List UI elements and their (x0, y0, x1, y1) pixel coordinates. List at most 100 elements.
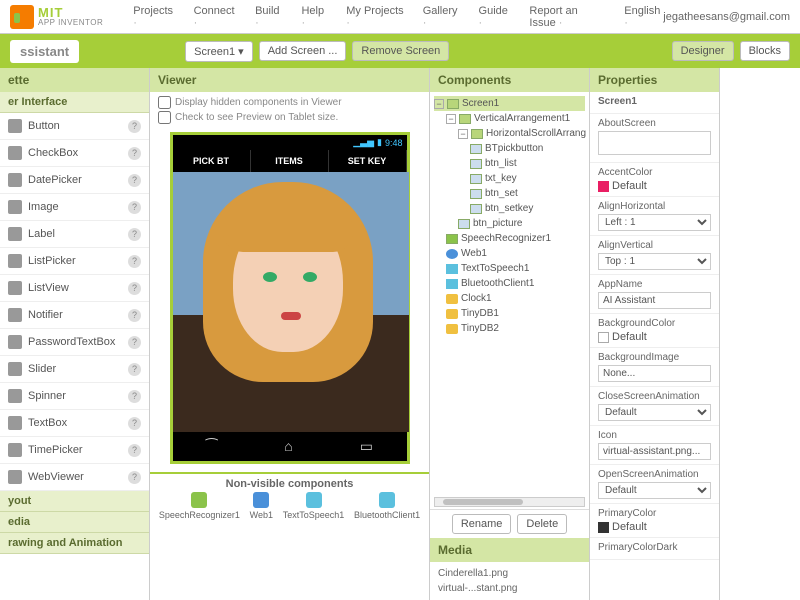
blocks-button[interactable]: Blocks (740, 41, 790, 61)
opt-tablet[interactable]: Check to see Preview on Tablet size. (158, 111, 421, 124)
sel-openanim[interactable]: Default (598, 482, 711, 499)
help-icon[interactable]: ? (128, 201, 141, 214)
pal-spinner[interactable]: Spinner? (0, 383, 149, 410)
tree-va[interactable]: −VerticalArrangement1 (446, 111, 585, 126)
palette-section-drawing[interactable]: rawing and Animation (0, 533, 149, 554)
help-icon[interactable]: ? (128, 444, 141, 457)
nav-myprojects[interactable]: My Projects (346, 5, 404, 29)
nav-guide[interactable]: Guide (479, 5, 512, 29)
nav-report[interactable]: Report an Issue (529, 5, 606, 29)
lbl-primarydark: PrimaryColorDark (598, 542, 711, 553)
tree-btpick[interactable]: BTpickbutton (470, 141, 585, 156)
help-icon[interactable]: ? (128, 390, 141, 403)
media-item[interactable]: virtual-...stant.png (438, 581, 581, 596)
tree-btclient[interactable]: BluetoothClient1 (446, 276, 585, 291)
tree-btnpic[interactable]: btn_picture (458, 216, 585, 231)
help-icon[interactable]: ? (128, 174, 141, 187)
val-primary[interactable]: Default (598, 521, 711, 533)
pal-checkbox[interactable]: CheckBox? (0, 140, 149, 167)
tree-tinydb1[interactable]: TinyDB1 (446, 306, 585, 321)
input-about[interactable] (598, 131, 711, 155)
help-icon[interactable]: ? (128, 228, 141, 241)
pal-image[interactable]: Image? (0, 194, 149, 221)
pal-textbox[interactable]: TextBox? (0, 410, 149, 437)
delete-button[interactable]: Delete (517, 514, 567, 534)
add-screen-button[interactable]: Add Screen ... (259, 41, 347, 61)
input-bgimg[interactable] (598, 365, 711, 382)
palette-section-ui[interactable]: er Interface (0, 92, 149, 113)
palette-panel: ette er Interface Button? CheckBox? Date… (0, 68, 150, 600)
sel-alignh[interactable]: Left : 1 (598, 214, 711, 231)
tree-hsa[interactable]: −HorizontalScrollArrang (458, 126, 585, 141)
nav-help[interactable]: Help (301, 5, 328, 29)
designer-button[interactable]: Designer (672, 41, 734, 61)
media-item[interactable]: Cinderella1.png (438, 566, 581, 581)
opt-hidden[interactable]: Display hidden components in Viewer (158, 96, 421, 109)
palette-section-layout[interactable]: yout (0, 491, 149, 512)
help-icon[interactable]: ? (128, 147, 141, 160)
palette-section-media[interactable]: edia (0, 512, 149, 533)
checkbox-tablet[interactable] (158, 111, 171, 124)
nvc-speech[interactable]: SpeechRecognizer1 (159, 492, 240, 520)
pal-datepicker[interactable]: DatePicker? (0, 167, 149, 194)
expander-icon[interactable]: − (458, 129, 468, 139)
tree-tinydb2[interactable]: TinyDB2 (446, 321, 585, 336)
help-icon[interactable]: ? (128, 255, 141, 268)
pal-label[interactable]: Label? (0, 221, 149, 248)
pal-webviewer[interactable]: WebViewer? (0, 464, 149, 491)
pal-notifier[interactable]: Notifier? (0, 302, 149, 329)
nav-connect[interactable]: Connect (194, 5, 237, 29)
help-icon[interactable]: ? (128, 471, 141, 484)
nav-lang[interactable]: English (624, 5, 663, 29)
screen-selector[interactable]: Screen1 ▾ (185, 41, 253, 62)
nvc-web[interactable]: Web1 (250, 492, 273, 520)
clock-icon (446, 294, 458, 304)
back-icon[interactable]: ⁀ (206, 438, 217, 455)
tree-btnlist[interactable]: btn_list (470, 156, 585, 171)
tree-btnsetkey[interactable]: btn_setkey (470, 201, 585, 216)
nav-gallery[interactable]: Gallery (423, 5, 461, 29)
pal-listpicker[interactable]: ListPicker? (0, 248, 149, 275)
pal-button[interactable]: Button? (0, 113, 149, 140)
user-email[interactable]: jegatheesans@gmail.com (663, 11, 790, 23)
help-icon[interactable]: ? (128, 417, 141, 430)
home-icon[interactable]: ⌂ (284, 438, 292, 455)
input-icon[interactable] (598, 443, 711, 460)
pal-slider[interactable]: Slider? (0, 356, 149, 383)
tree-web[interactable]: Web1 (446, 246, 585, 261)
sel-alignv[interactable]: Top : 1 (598, 253, 711, 270)
nav-projects[interactable]: Projects (133, 5, 175, 29)
help-icon[interactable]: ? (128, 363, 141, 376)
pal-listview[interactable]: ListView? (0, 275, 149, 302)
tab-setkey[interactable]: SET KEY (329, 150, 407, 172)
tree-clock[interactable]: Clock1 (446, 291, 585, 306)
help-icon[interactable]: ? (128, 336, 141, 349)
remove-screen-button[interactable]: Remove Screen (352, 41, 449, 61)
expander-icon[interactable]: − (446, 114, 456, 124)
val-bgcolor[interactable]: Default (598, 331, 711, 343)
input-appname[interactable] (598, 292, 711, 309)
checkbox-hidden[interactable] (158, 96, 171, 109)
nvc-bt[interactable]: BluetoothClient1 (354, 492, 420, 520)
phone-canvas[interactable] (173, 172, 409, 432)
nvc-tts[interactable]: TextToSpeech1 (283, 492, 345, 520)
help-icon[interactable]: ? (128, 282, 141, 295)
help-icon[interactable]: ? (128, 309, 141, 322)
tree-screen1[interactable]: −Screen1 (434, 96, 585, 111)
tree-scrollbar[interactable] (434, 497, 585, 507)
tree-tts[interactable]: TextToSpeech1 (446, 261, 585, 276)
recents-icon[interactable]: ▭ (360, 438, 373, 455)
pal-password[interactable]: PasswordTextBox? (0, 329, 149, 356)
nav-build[interactable]: Build (255, 5, 283, 29)
tab-items[interactable]: ITEMS (251, 150, 329, 172)
sel-closeanim[interactable]: Default (598, 404, 711, 421)
help-icon[interactable]: ? (128, 120, 141, 133)
tab-pickbt[interactable]: PICK BT (173, 150, 251, 172)
rename-button[interactable]: Rename (452, 514, 512, 534)
tree-txtkey[interactable]: txt_key (470, 171, 585, 186)
val-accent[interactable]: Default (598, 180, 711, 192)
tree-btnset[interactable]: btn_set (470, 186, 585, 201)
tree-speech[interactable]: SpeechRecognizer1 (446, 231, 585, 246)
pal-timepicker[interactable]: TimePicker? (0, 437, 149, 464)
expander-icon[interactable]: − (434, 99, 444, 109)
